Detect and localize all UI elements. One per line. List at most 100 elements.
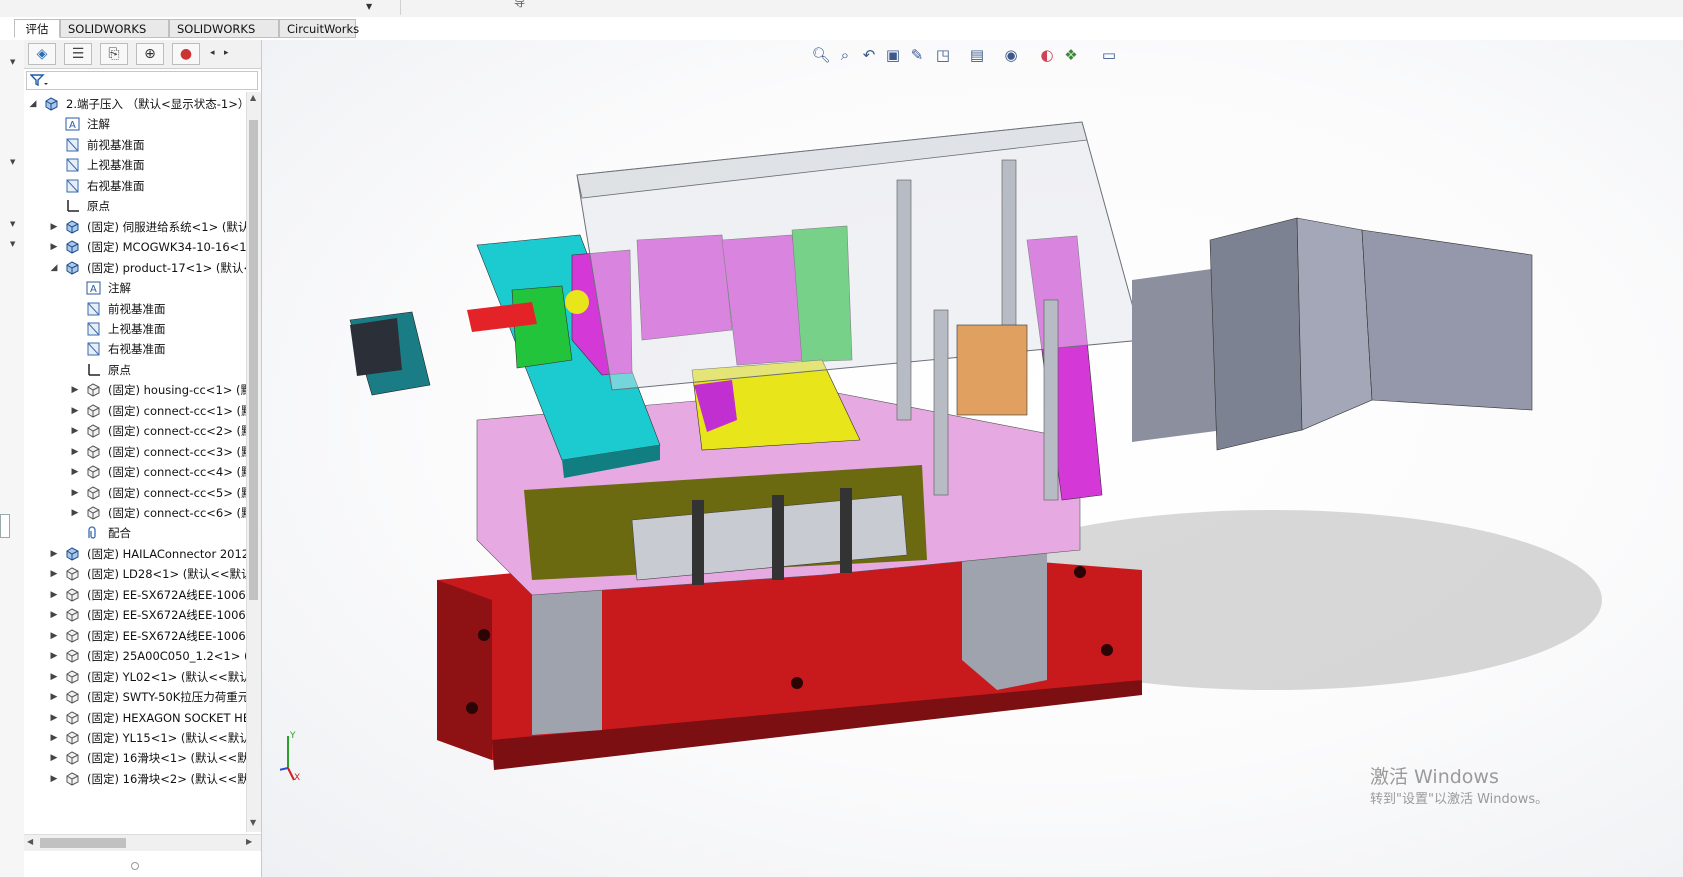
expand-icon[interactable]: ▶ bbox=[70, 442, 80, 462]
tab-circuitworks[interactable]: CircuitWorks bbox=[279, 19, 359, 38]
scroll-right-icon[interactable]: ▶ bbox=[246, 837, 252, 846]
scrollbar-thumb[interactable] bbox=[40, 838, 126, 848]
scroll-left-icon[interactable]: ◂ bbox=[210, 48, 215, 58]
tree-item-label: 原点 bbox=[87, 199, 110, 214]
tree-item-label: (固定) 伺服进给系统<1> (默认< bbox=[87, 219, 246, 234]
filter-icon[interactable] bbox=[30, 74, 48, 87]
part-icon bbox=[65, 710, 80, 725]
scroll-up-icon[interactable]: ▲ bbox=[250, 93, 256, 102]
collapse-icon[interactable]: ◢ bbox=[49, 258, 59, 278]
toolbar-fragment bbox=[0, 0, 401, 15]
expand-icon[interactable]: ▶ bbox=[49, 667, 59, 687]
expand-icon[interactable]: ▶ bbox=[70, 421, 80, 441]
collapse-icon[interactable]: ◢ bbox=[28, 94, 38, 114]
mate-icon bbox=[86, 526, 101, 540]
tree-item-label: (固定) connect-cc<3> (默认 bbox=[108, 444, 246, 459]
tree-vertical-scrollbar[interactable]: ▲ ▼ bbox=[246, 92, 261, 832]
assembly-icon bbox=[65, 547, 80, 561]
scroll-down-icon[interactable]: ▼ bbox=[250, 818, 256, 827]
connector-plug bbox=[350, 318, 402, 376]
chevron-down-icon[interactable]: ▼ bbox=[10, 240, 15, 248]
tree-item-label: (固定) 25A00C050_1.2<1> (默认 bbox=[87, 649, 246, 664]
tab-solidworks-addins[interactable]: SOLIDWORKS 插件 bbox=[60, 19, 169, 55]
part-icon bbox=[86, 383, 101, 397]
assembly-icon bbox=[65, 220, 80, 234]
chevron-down-icon[interactable]: ▼ bbox=[366, 2, 372, 11]
tree-item-label: (固定) MCOGWK34-10-16<1> bbox=[87, 240, 246, 255]
tree-item-label: (固定) connect-cc<6> (默认 bbox=[108, 506, 246, 520]
scroll-left-icon[interactable]: ◀ bbox=[27, 837, 33, 846]
tab-evaluate[interactable]: 评估 bbox=[14, 19, 60, 38]
tree-item-label: 注解 bbox=[87, 117, 110, 132]
expand-icon[interactable]: ▶ bbox=[49, 626, 59, 646]
scrollbar-thumb[interactable] bbox=[249, 120, 258, 600]
feature-tree-icon[interactable]: ◈ bbox=[28, 43, 56, 65]
part-icon bbox=[65, 772, 80, 786]
support-leg-left bbox=[532, 588, 602, 735]
part-icon bbox=[65, 567, 80, 581]
tree-item-label: (固定) EE-SX672A线EE-1006<2 bbox=[87, 608, 246, 623]
configuration-manager-icon[interactable]: ⎘ bbox=[100, 43, 128, 65]
chevron-down-icon[interactable]: ▼ bbox=[10, 220, 15, 228]
expand-icon[interactable]: ▶ bbox=[49, 769, 59, 789]
display-manager-icon[interactable]: ● bbox=[172, 43, 200, 65]
tab-solidworks-mbd[interactable]: SOLIDWORKS MBD bbox=[169, 19, 279, 55]
tree-item-label: 上视基准面 bbox=[108, 321, 166, 336]
expand-icon[interactable]: ▶ bbox=[49, 544, 59, 564]
part-icon bbox=[86, 404, 101, 418]
triad-y-label: Y bbox=[289, 731, 296, 741]
expand-icon[interactable]: ▶ bbox=[49, 605, 59, 625]
expand-icon[interactable]: ▶ bbox=[49, 217, 59, 237]
green-clamp[interactable] bbox=[511, 285, 573, 369]
motor-flange[interactable] bbox=[1209, 217, 1303, 451]
motor-body[interactable] bbox=[1296, 217, 1373, 431]
expand-icon[interactable]: ▶ bbox=[49, 687, 59, 707]
tree-item-label: 右视基准面 bbox=[108, 342, 166, 357]
expand-icon[interactable]: ▶ bbox=[49, 646, 59, 666]
panel-grip[interactable] bbox=[131, 862, 139, 870]
part-icon bbox=[86, 465, 101, 479]
sensor bbox=[772, 495, 784, 580]
side-handle[interactable] bbox=[0, 514, 10, 538]
expand-icon[interactable]: ▶ bbox=[70, 462, 80, 482]
chevron-down-icon[interactable]: ▼ bbox=[10, 58, 15, 66]
coordinate-triad: Y Z X bbox=[280, 731, 300, 783]
origin-icon bbox=[86, 363, 101, 377]
graphics-viewport[interactable]: 🔍︎ ⌕ ↶ ▣ ✎ ◳ ▤ ◉ ◐ ❖ ▭ ⧉ ▭ ✕ bbox=[262, 40, 1683, 877]
guide-post bbox=[896, 179, 912, 421]
tree-item-label: (固定) connect-cc<4> (默认 bbox=[108, 465, 246, 480]
expand-icon[interactable]: ▶ bbox=[49, 585, 59, 605]
coupling bbox=[956, 324, 1028, 416]
expand-icon[interactable]: ▶ bbox=[49, 237, 59, 257]
activation-watermark-subtitle: 转到"设置"以激活 Windows。 bbox=[1370, 792, 1549, 807]
sensor bbox=[840, 488, 852, 573]
part-icon bbox=[65, 608, 80, 622]
expand-icon[interactable]: ▶ bbox=[49, 748, 59, 768]
assembly-model[interactable] bbox=[262, 40, 1683, 840]
tree-item-label: (固定) product-17<1> (默认<显 bbox=[87, 260, 246, 275]
tree-horizontal-scrollbar[interactable]: ◀ ▶ bbox=[24, 834, 261, 851]
tree-item-label: (固定) HEXAGON SOCKET HEA bbox=[87, 710, 246, 725]
expand-icon[interactable]: ▶ bbox=[49, 708, 59, 728]
chevron-down-icon[interactable]: ▼ bbox=[10, 158, 15, 166]
tree-item-label: 右视基准面 bbox=[87, 178, 145, 193]
scroll-right-icon[interactable]: ▸ bbox=[224, 48, 229, 58]
triad-x-label: X bbox=[294, 773, 300, 783]
origin-icon bbox=[65, 199, 80, 213]
tree-item-label: (固定) YL02<1> (默认<<默认>_ bbox=[87, 669, 246, 684]
tree-item-label: (固定) LD28<1> (默认<<默认> bbox=[87, 567, 246, 582]
property-manager-icon[interactable]: ☰ bbox=[64, 43, 92, 65]
expand-icon[interactable]: ▶ bbox=[49, 564, 59, 584]
sensor bbox=[692, 500, 704, 585]
filter-input[interactable] bbox=[26, 71, 258, 90]
expand-icon[interactable]: ▶ bbox=[49, 728, 59, 748]
activation-watermark-title: 激活 Windows bbox=[1370, 766, 1499, 788]
expand-icon[interactable]: ▶ bbox=[70, 483, 80, 503]
dimxpert-icon[interactable]: ⊕ bbox=[136, 43, 164, 65]
expand-icon[interactable]: ▶ bbox=[70, 401, 80, 421]
feature-tree: ◢ 2.端子压入 （默认<显示状态-1>） A 注解 前视基准面 上视基准面 右视基准面 原点… bbox=[24, 92, 246, 832]
expand-icon[interactable]: ▶ bbox=[70, 503, 80, 523]
expand-icon[interactable]: ▶ bbox=[70, 380, 80, 400]
tree-item-label: 注解 bbox=[108, 281, 131, 296]
tree-item-label: 配合 bbox=[108, 526, 131, 541]
